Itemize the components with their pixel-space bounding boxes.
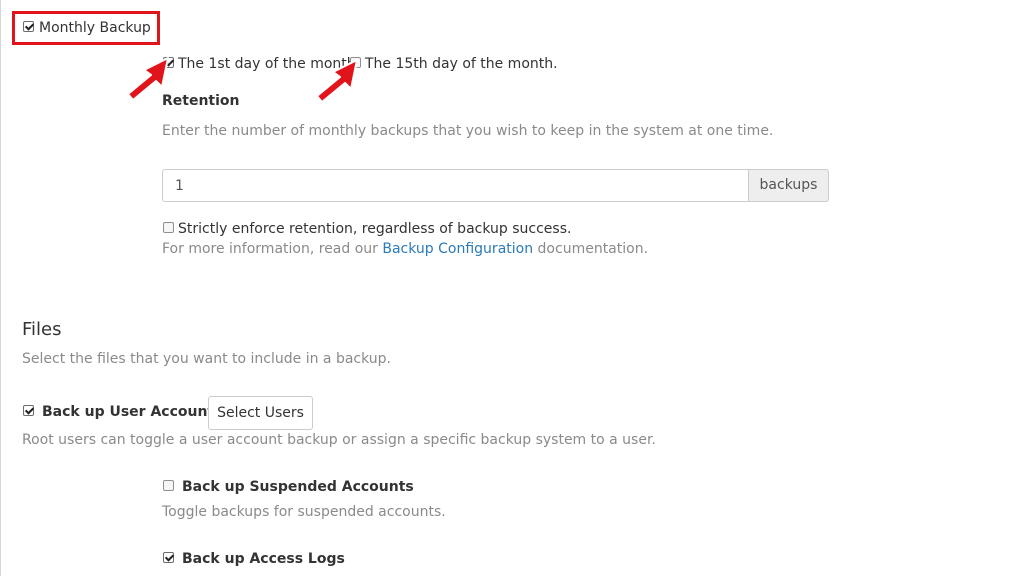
retention-help-text: Enter the number of monthly backups that… (162, 123, 774, 139)
suspended-accounts-label: Back up Suspended Accounts (182, 479, 414, 495)
backup-info-text: For more information, read our Backup Co… (162, 240, 648, 258)
monthly-backup-checkbox[interactable] (23, 21, 34, 32)
user-accounts-help-text: Root users can toggle a user account bac… (22, 432, 656, 448)
files-section-title: Files (22, 319, 62, 340)
files-section-subtitle: Select the files that you want to includ… (22, 351, 391, 367)
red-arrow-icon (316, 59, 358, 103)
page-left-border (0, 0, 1, 576)
retention-input-group: backups (162, 169, 829, 202)
suspended-accounts-checkbox[interactable] (163, 480, 174, 491)
strict-retention-label: Strictly enforce retention, regardless o… (178, 221, 572, 237)
select-users-button[interactable]: Select Users (208, 396, 313, 430)
info-prefix: For more information, read our (162, 241, 383, 257)
day-15th-label: The 15th day of the month. (365, 56, 558, 72)
access-logs-checkbox[interactable] (163, 552, 174, 563)
access-logs-label: Back up Access Logs (182, 551, 345, 567)
user-accounts-checkbox[interactable] (23, 405, 34, 416)
suspended-accounts-help-text: Toggle backups for suspended accounts. (162, 504, 446, 520)
info-suffix: documentation. (533, 241, 649, 257)
monthly-backup-label: Monthly Backup (39, 20, 151, 36)
user-accounts-label: Back up User Accounts (42, 404, 223, 420)
retention-heading: Retention (162, 93, 240, 109)
strict-retention-checkbox[interactable] (163, 222, 174, 233)
backup-configuration-link[interactable]: Backup Configuration (382, 241, 533, 257)
retention-unit-addon: backups (748, 169, 829, 202)
retention-input[interactable] (162, 169, 749, 202)
